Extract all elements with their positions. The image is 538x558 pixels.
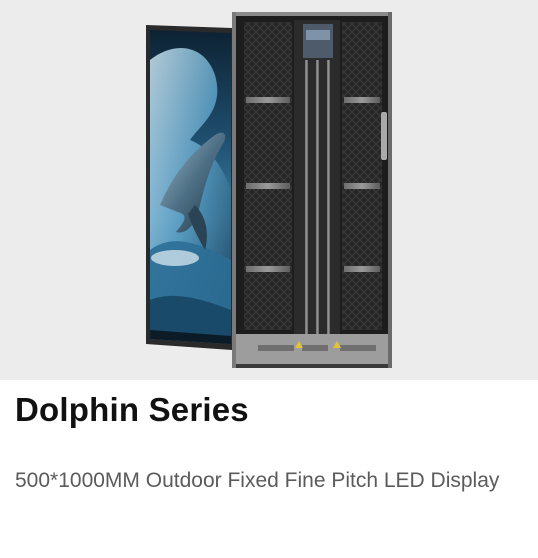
product-card[interactable]: Dolphin Series 500*1000MM Outdoor Fixed … xyxy=(0,0,538,558)
product-image[interactable] xyxy=(0,0,538,380)
led-panel-illustration xyxy=(146,12,392,368)
product-description: 500*1000MM Outdoor Fixed Fine Pitch LED … xyxy=(15,469,500,492)
cabinet-back xyxy=(232,12,392,368)
product-title[interactable]: Dolphin Series xyxy=(15,391,249,429)
screen-panel xyxy=(146,25,232,350)
